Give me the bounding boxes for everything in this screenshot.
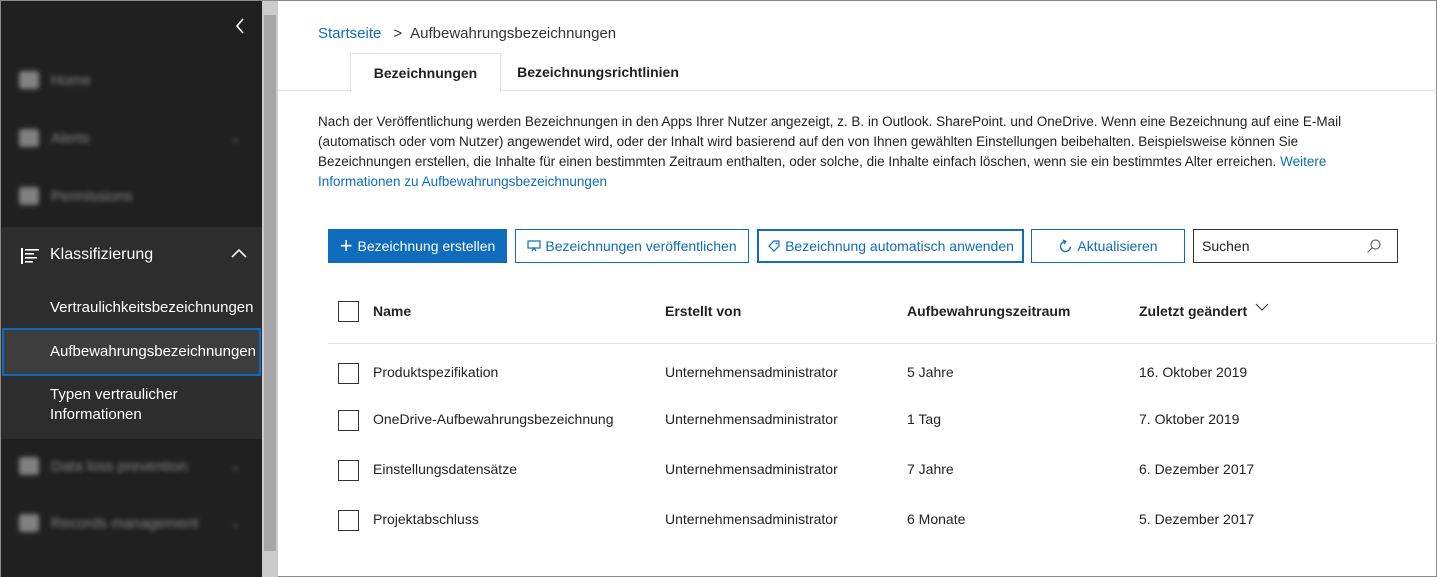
plus-icon: + [339,233,353,258]
alert-icon [19,129,39,147]
nav-item-home[interactable]: Home [19,65,249,95]
cell-created-by: Unternehmensadministrator [665,364,838,380]
select-all-checkbox[interactable] [338,301,359,322]
cell-retention-period: 1 Tag [907,411,941,427]
chevron-down-icon: ⌄ [230,515,241,530]
nav-group-classification: Klassifizierung Vertraulichkeitsbezeichn… [1,227,262,439]
nav-item-label: Typen vertraulicher Informationen [50,386,178,423]
table-row[interactable]: Einstellungsdatensätze Unternehmensadmin… [328,450,1437,490]
left-nav: Home Alerts ⌄ Permissions Klassifizierun… [1,1,262,577]
table-header: Name Erstellt von Aufbewahrungszeitraum … [328,291,1437,344]
chevron-up-icon [231,248,247,258]
tab-labels[interactable]: Bezeichnungen [350,53,501,92]
table-row[interactable]: Produktspezifikation Unternehmensadminis… [328,353,1437,393]
auto-apply-label-text: Bezeichnung automatisch anwenden [785,238,1014,254]
main-content: Startseite > Aufbewahrungsbezeichnungen Be… [278,1,1437,577]
refresh-button[interactable]: Aktualisieren [1031,229,1185,263]
nav-group-label: Klassifizierung [50,246,154,263]
column-header-name[interactable]: Name [373,303,411,319]
list-icon [21,248,39,264]
records-icon [19,514,39,532]
cell-name[interactable]: Projektabschluss [373,511,479,527]
refresh-icon [1060,238,1072,252]
collapse-nav-button[interactable] [229,15,251,37]
breadcrumb-separator: > [393,25,403,42]
cell-created-by: Unternehmensadministrator [665,461,838,477]
cell-retention-period: 7 Jahre [907,461,954,477]
search-icon[interactable] [1366,238,1382,254]
tag-icon [768,240,780,252]
chevron-down-icon: ⌄ [230,458,241,473]
cell-retention-period: 5 Jahre [907,364,954,380]
cell-retention-period: 6 Monate [907,511,966,527]
nav-item-retention-labels[interactable]: Aufbewahrungsbezeichnungen [2,328,261,376]
tab-label-policies[interactable]: Bezeichnungsrichtlinien [508,53,688,91]
publish-labels-text: Bezeichnungen veröffentlichen [545,238,737,254]
column-header-retention-period[interactable]: Aufbewahrungszeitraum [907,303,1070,319]
breadcrumb-home-link[interactable]: Startseite [318,25,381,42]
nav-item-classification[interactable]: Klassifizierung [1,227,262,285]
auto-apply-label-button[interactable]: Bezeichnung automatisch anwenden [757,229,1024,263]
search-box [1193,229,1398,263]
chevron-down-icon: ⌄ [230,130,241,145]
nav-item-alerts[interactable]: Alerts ⌄ [19,123,249,153]
cell-last-modified: 7. Oktober 2019 [1139,411,1240,427]
publish-icon [527,240,541,252]
table-row[interactable]: Projektabschluss Unternehmensadministrat… [328,500,1437,540]
table-row[interactable]: OneDrive-Aufbewahrungsbezeichnung Untern… [328,400,1437,440]
create-label-button[interactable]: + Bezeichnung erstellen [328,229,507,263]
breadcrumb: Startseite > Aufbewahrungsbezeichnungen [318,25,616,42]
create-label-text: Bezeichnung erstellen [357,238,496,254]
cell-last-modified: 6. Dezember 2017 [1139,461,1255,477]
cell-created-by: Unternehmensadministrator [665,411,838,427]
nav-item-records-management[interactable]: Records management ⌄ [19,508,249,538]
description-text: Nach der Veröffentlichung werden Bezeich… [318,114,1342,169]
publish-labels-button[interactable]: Bezeichnungen veröffentlichen [515,229,749,263]
shield-icon [19,457,39,475]
cell-name[interactable]: Produktspezifikation [373,364,498,380]
row-checkbox[interactable] [338,510,359,531]
breadcrumb-current: Aufbewahrungsbezeichnungen [410,25,617,42]
cell-name[interactable]: Einstellungsdatensätze [373,461,517,477]
nav-item-label: Aufbewahrungsbezeichnungen [50,343,256,360]
row-checkbox[interactable] [338,460,359,481]
sort-descending-icon[interactable] [1254,302,1270,312]
nav-item-label: Vertraulichkeitsbezeichnungen [50,299,254,316]
page-description: Nach der Veröffentlichung werden Bezeich… [318,112,1378,192]
nav-item-data-loss-prevention[interactable]: Data loss prevention ⌄ [19,451,249,481]
refresh-text: Aktualisieren [1077,238,1158,254]
home-icon [19,71,39,89]
key-icon [19,187,39,205]
nav-item-sensitive-info-types[interactable]: Typen vertraulicher Informationen [1,385,262,429]
cell-created-by: Unternehmensadministrator [665,511,838,527]
cell-last-modified: 5. Dezember 2017 [1139,511,1255,527]
row-checkbox[interactable] [338,363,359,384]
tab-bar: Bezeichnungen Bezeichnungsrichtlinien [278,53,1437,92]
column-header-created-by[interactable]: Erstellt von [665,303,741,319]
search-input[interactable] [1202,237,1362,255]
chevron-left-icon [235,18,244,34]
cell-name[interactable]: OneDrive-Aufbewahrungsbezeichnung [373,411,613,427]
nav-scrollbar-thumb[interactable] [264,15,276,551]
row-checkbox[interactable] [338,410,359,431]
nav-item-permissions[interactable]: Permissions [19,181,249,211]
column-header-last-modified[interactable]: Zuletzt geändert [1139,303,1247,319]
cell-last-modified: 16. Oktober 2019 [1139,364,1248,380]
nav-item-sensitivity-labels[interactable]: Vertraulichkeitsbezeichnungen [1,297,262,327]
